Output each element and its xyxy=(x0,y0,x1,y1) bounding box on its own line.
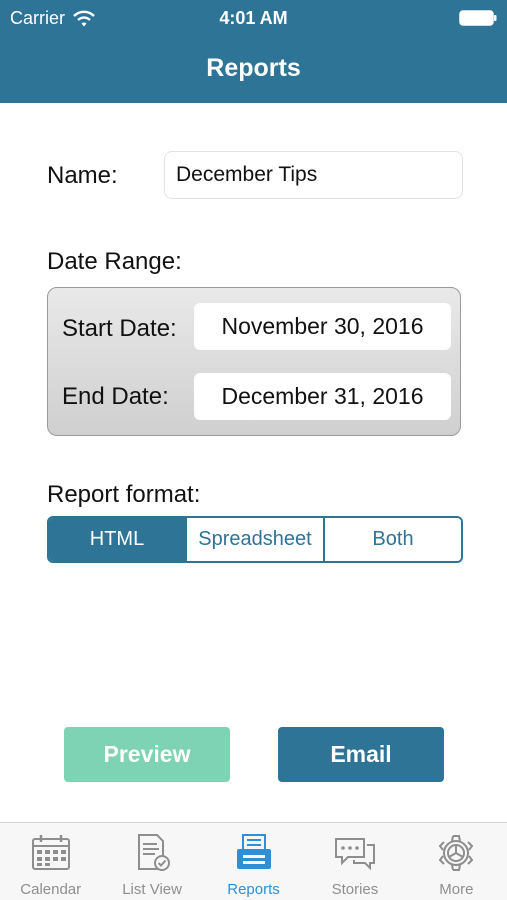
tab-label-reports: Reports xyxy=(227,881,280,898)
battery-icon xyxy=(459,10,497,26)
tab-stories[interactable]: Stories xyxy=(304,823,405,900)
tab-label-calendar: Calendar xyxy=(20,881,82,898)
status-time: 4:01 AM xyxy=(219,8,288,28)
report-format-label: Report format: xyxy=(47,481,201,508)
start-date-field[interactable]: November 30, 2016 xyxy=(194,303,451,350)
tab-reports[interactable]: Reports xyxy=(203,823,304,900)
start-date-label: Start Date: xyxy=(62,315,177,342)
report-format-control: HTML Spreadsheet Both xyxy=(47,516,463,563)
list-view-icon xyxy=(138,834,171,871)
page-title: Reports xyxy=(206,54,301,82)
preview-button[interactable]: Preview xyxy=(64,727,230,782)
tab-label-list-view: List View xyxy=(122,881,182,898)
more-gear-icon xyxy=(439,835,474,871)
tab-label-more: More xyxy=(439,881,474,898)
name-label: Name: xyxy=(47,162,118,189)
nav-header: Carrier 4:01 AM Reports xyxy=(0,0,507,103)
name-field[interactable]: December Tips xyxy=(164,151,463,199)
tab-more[interactable]: More xyxy=(406,823,507,900)
format-option-spreadsheet[interactable]: Spreadsheet xyxy=(185,518,323,561)
status-bar: Carrier 4:01 AM xyxy=(0,0,507,36)
format-option-both[interactable]: Both xyxy=(323,518,461,561)
end-date-label: End Date: xyxy=(62,383,169,410)
stories-icon xyxy=(334,838,375,871)
tab-label-stories: Stories xyxy=(331,881,379,898)
reports-icon xyxy=(236,834,271,869)
end-date-field[interactable]: December 31, 2016 xyxy=(194,373,451,420)
tab-list-view[interactable]: List View xyxy=(101,823,202,900)
format-option-html[interactable]: HTML xyxy=(49,518,185,561)
date-range-label: Date Range: xyxy=(47,248,182,275)
tab-calendar[interactable]: Calendar xyxy=(0,823,101,900)
email-button[interactable]: Email xyxy=(278,727,444,782)
tab-bar: Calendar List View Reports Stories More xyxy=(0,822,507,900)
calendar-icon xyxy=(31,835,70,870)
date-range-group: Start Date: November 30, 2016 End Date: … xyxy=(47,287,461,436)
